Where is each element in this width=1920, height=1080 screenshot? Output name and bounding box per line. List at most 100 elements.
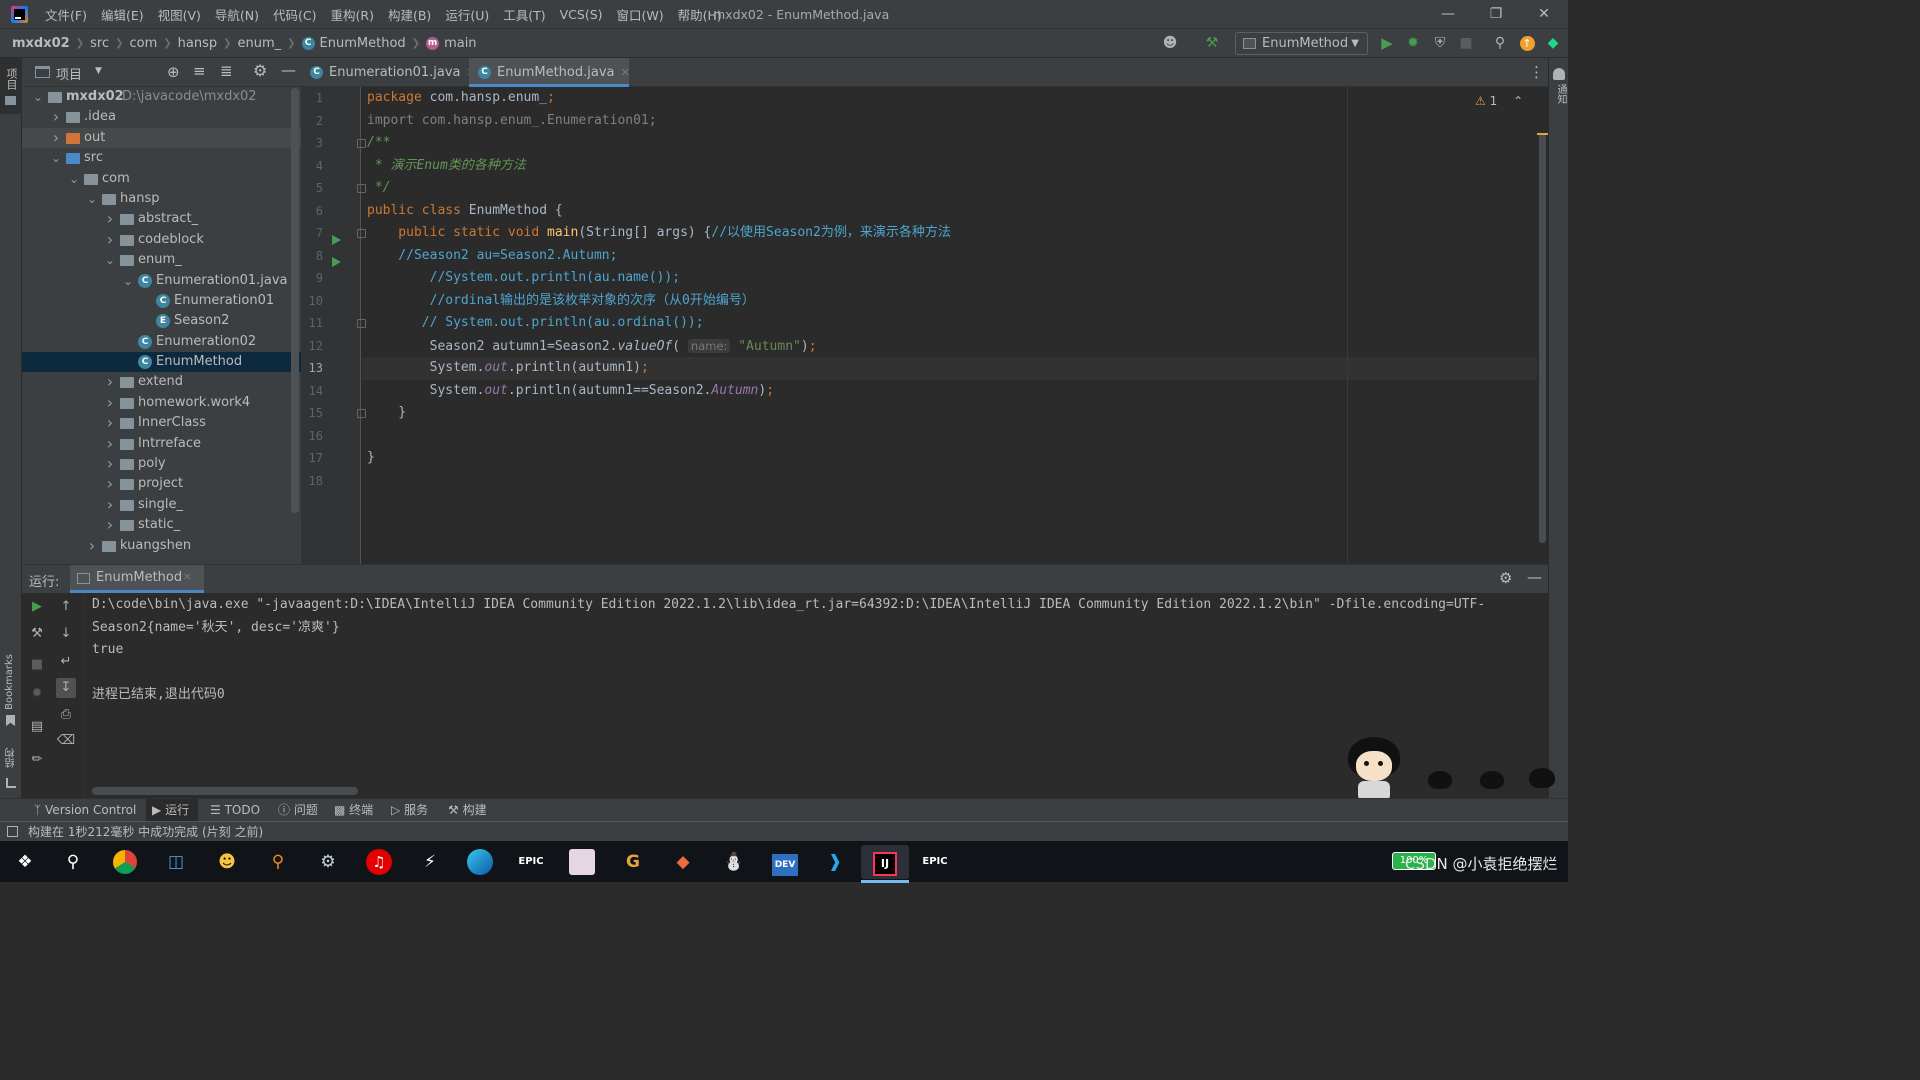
breadcrumb-src[interactable]: src	[90, 36, 109, 51]
fold-marker-icon[interactable]	[357, 139, 366, 148]
dev-cpp-icon[interactable]: DEV	[768, 845, 802, 879]
breadcrumb-com[interactable]: com	[129, 36, 157, 51]
down-arrow-icon[interactable]: ↓	[56, 624, 76, 644]
run-icon[interactable]: ▶	[1377, 33, 1397, 53]
tree-item-homework-work4[interactable]: › homework.work4	[22, 393, 301, 413]
gear-icon[interactable]: ⚙	[1499, 569, 1512, 587]
search-icon[interactable]: ⚲	[1490, 33, 1510, 53]
rerun-icon[interactable]: ▶	[27, 597, 47, 617]
user-icon[interactable]: ☻	[1160, 33, 1180, 53]
menu-navigate[interactable]: 导航(N)	[208, 5, 266, 24]
restore-button[interactable]: ❐	[1472, 0, 1520, 29]
chevron-right-icon[interactable]: ›	[104, 474, 116, 494]
qq-icon[interactable]: ⛄	[717, 845, 751, 879]
close-tab-icon[interactable]: ✕	[183, 572, 191, 583]
expand-all-icon[interactable]: ≡	[193, 62, 206, 80]
breadcrumb-class[interactable]: EnumMethod	[320, 36, 406, 51]
soft-wrap-icon[interactable]: ↵	[56, 652, 76, 672]
collapse-all-icon[interactable]: ≣	[220, 62, 233, 80]
chevron-down-icon[interactable]: ⌄	[50, 148, 62, 168]
chevron-right-icon[interactable]: ›	[104, 393, 116, 413]
stop-icon[interactable]: ■	[1456, 33, 1476, 53]
menu-run[interactable]: 运行(U)	[438, 5, 496, 24]
tab-run[interactable]: ▶ 运行	[146, 799, 198, 822]
minimize-button[interactable]: —	[1424, 0, 1472, 29]
tree-item-mxdx02[interactable]: ⌄ mxdx02 D:\javacode\mxdx02	[22, 87, 301, 107]
project-view-label[interactable]: 项目	[56, 64, 82, 83]
fold-marker-icon[interactable]	[357, 409, 366, 418]
console-horizontal-scrollbar[interactable]	[92, 787, 358, 795]
debug-icon[interactable]: ✹	[27, 684, 47, 704]
menu-view[interactable]: 视图(V)	[151, 5, 208, 24]
run-tab-enummethod[interactable]: EnumMethod ✕	[70, 565, 204, 593]
tree-item-enumeration02[interactable]: C Enumeration02	[22, 332, 301, 352]
tree-item-poly[interactable]: › poly	[22, 454, 301, 474]
structure-tool-label[interactable]: 结构	[4, 748, 19, 768]
tab-enummethod[interactable]: C EnumMethod.java ✕	[469, 58, 630, 87]
gear-icon[interactable]: ⚙	[253, 61, 267, 80]
tree-item-enumeration01[interactable]: C Enumeration01	[22, 291, 301, 311]
chevron-right-icon[interactable]: ›	[104, 515, 116, 535]
anime-game-icon[interactable]	[565, 845, 599, 879]
flash-app-icon[interactable]: ⚡	[413, 845, 447, 879]
chevron-down-icon[interactable]: ⌄	[32, 87, 44, 107]
menu-file[interactable]: 文件(F)	[38, 5, 94, 24]
fold-marker-icon[interactable]	[357, 229, 366, 238]
tree-item-enummethod[interactable]: C EnumMethod	[22, 352, 301, 373]
windows-start-icon[interactable]: ❖	[8, 845, 42, 879]
git-client-icon[interactable]: ◆	[666, 845, 700, 879]
g-app-icon[interactable]: G	[616, 845, 650, 879]
game-app-icon[interactable]: ☻	[210, 845, 244, 879]
coverage-icon[interactable]: ⛨	[1430, 33, 1450, 53]
print-icon[interactable]: ⎙	[56, 705, 76, 725]
tab-services[interactable]: ▷ 服务	[391, 799, 441, 822]
breadcrumb-project[interactable]: mxdx02	[12, 36, 70, 51]
tree-item-kuangshen[interactable]: › kuangshen	[22, 536, 301, 556]
tree-item-com[interactable]: ⌄ com	[22, 169, 301, 189]
tree-item-abstract[interactable]: › abstract_	[22, 209, 301, 229]
chevron-down-icon[interactable]: ⌄	[68, 169, 80, 189]
pin-icon[interactable]: ✏	[27, 750, 47, 770]
menu-edit[interactable]: 编辑(E)	[94, 5, 151, 24]
chevron-down-icon[interactable]: ▼	[95, 66, 102, 76]
run-class-gutter-icon[interactable]	[332, 235, 341, 245]
intellij-taskbar-icon[interactable]: IJ	[861, 845, 909, 883]
edge-icon[interactable]	[463, 845, 497, 879]
notifications-icon[interactable]	[1553, 68, 1565, 80]
tab-enumeration01[interactable]: C Enumeration01.java✕	[301, 58, 476, 87]
hide-panel-icon[interactable]: —	[1527, 568, 1542, 586]
chevron-down-icon[interactable]: ⌄	[122, 271, 134, 291]
everything-search-icon[interactable]: ⚲	[261, 845, 295, 879]
run-main-gutter-icon[interactable]	[332, 257, 341, 267]
fold-marker-icon[interactable]	[357, 319, 366, 328]
close-window-button[interactable]: ✕	[1520, 0, 1568, 29]
breadcrumb-method[interactable]: main	[444, 36, 476, 51]
taskbar-search-icon[interactable]: ⚲	[56, 845, 90, 879]
tree-item-intrreface[interactable]: › Intrreface	[22, 434, 301, 454]
up-arrow-icon[interactable]: ↑	[56, 597, 76, 617]
trash-icon[interactable]: ⌫	[56, 731, 76, 751]
chevron-right-icon[interactable]: ›	[104, 372, 116, 392]
chevron-right-icon[interactable]: ›	[104, 413, 116, 433]
chevron-down-icon[interactable]: ⌄	[104, 250, 116, 270]
hide-panel-icon[interactable]: —	[281, 61, 296, 79]
build-hammer-icon[interactable]: ⚒	[1202, 33, 1222, 53]
tree-item-extend[interactable]: › extend	[22, 372, 301, 392]
tree-item-hansp[interactable]: ⌄ hansp	[22, 189, 301, 209]
epic-games-icon[interactable]: EPIC	[918, 845, 952, 879]
editor-scroll-thumb[interactable]	[1539, 133, 1546, 543]
chevron-right-icon[interactable]: ›	[104, 434, 116, 454]
run-configuration-select[interactable]: EnumMethod ▼	[1235, 32, 1368, 55]
more-options-icon[interactable]: ⋮	[1529, 63, 1544, 81]
chevron-right-icon[interactable]: ›	[104, 454, 116, 474]
stop-icon[interactable]: ■	[27, 655, 47, 675]
chevron-right-icon[interactable]: ›	[50, 128, 62, 148]
file-explorer-icon[interactable]: ◫	[159, 845, 193, 879]
tab-todo[interactable]: ☰ TODO	[210, 799, 270, 822]
netease-music-icon[interactable]: ♫	[362, 845, 396, 879]
tree-item-season2[interactable]: E Season2	[22, 311, 301, 331]
tab-terminal[interactable]: ▩ 终端	[334, 799, 384, 822]
menu-code[interactable]: 代码(C)	[266, 5, 323, 24]
locate-icon[interactable]: ⊕	[167, 63, 180, 81]
wrench-icon[interactable]: ⚒	[27, 624, 47, 644]
